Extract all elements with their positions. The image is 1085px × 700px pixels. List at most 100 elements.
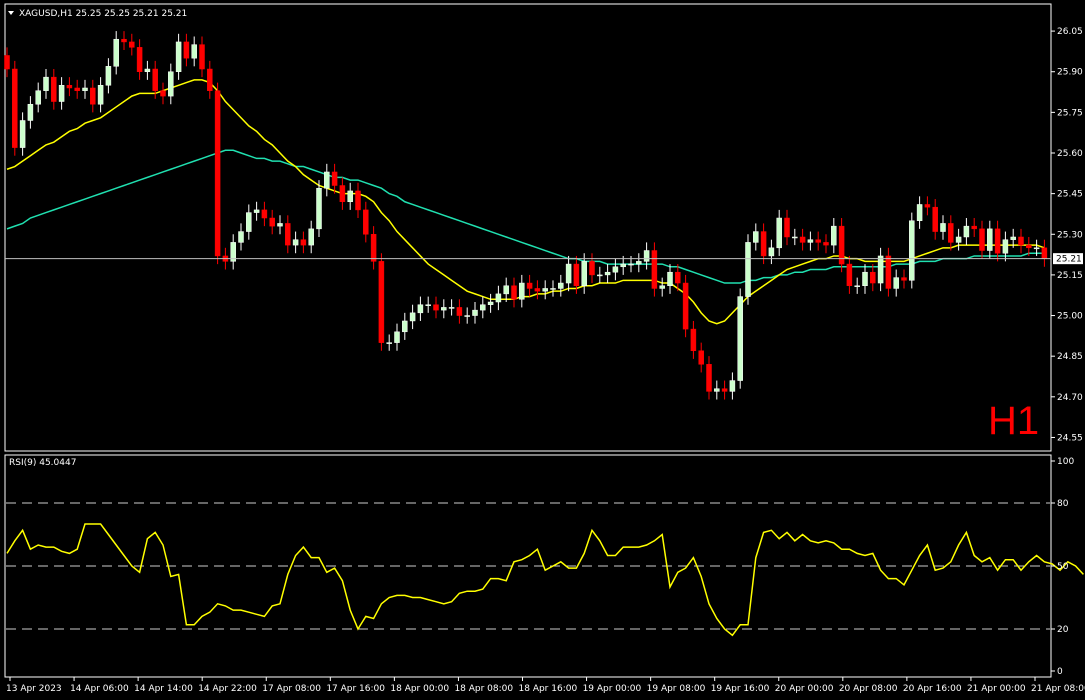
symbol-header: XAGUSD,H1 25.25 25.25 25.21 25.21 (19, 9, 187, 19)
candle-body (1010, 236, 1016, 240)
candle-body (425, 304, 431, 306)
candle-body (378, 261, 385, 343)
candle-body (1018, 236, 1024, 246)
price-tick-label: 24.55 (1057, 433, 1083, 443)
candle-body (737, 296, 743, 381)
candle-body (862, 271, 868, 286)
rsi-tick-label: 20 (1057, 625, 1069, 635)
candle-body (121, 38, 127, 43)
time-tick-label: 20 Apr 00:00 (775, 684, 834, 694)
candle-body (768, 247, 775, 257)
price-axis: 26.05 25.90 25.75 25.60 25.45 25.30 25.15 25.00… (1051, 27, 1083, 443)
candle-body (66, 85, 73, 89)
candle-body (308, 228, 314, 246)
candle-body (105, 66, 112, 86)
candle-body (659, 285, 665, 289)
candle-body (636, 261, 642, 265)
candle-body (51, 76, 57, 102)
rsi-tick-label: 0 (1057, 667, 1063, 677)
price-panel[interactable] (4, 3, 1052, 452)
price-tick-label: 24.85 (1057, 352, 1083, 362)
time-tick-label: 14 Apr 14:00 (134, 684, 193, 694)
time-tick-label: 18 Apr 16:00 (519, 684, 578, 694)
candle-body (823, 242, 829, 246)
candle-body (753, 231, 759, 243)
candle-body (924, 204, 931, 208)
rsi-tick-label: 100 (1057, 457, 1074, 467)
candle-body (846, 263, 853, 286)
price-tick-label: 25.45 (1057, 190, 1083, 200)
candle-body (776, 217, 782, 249)
candle-body (160, 90, 166, 97)
chart-canvas[interactable]: 26.05 25.90 25.75 25.60 25.45 25.30 25.15 25.00… (0, 0, 1085, 700)
time-tick-label: 17 Apr 08:00 (262, 684, 321, 694)
price-tick-label: 25.90 (1057, 68, 1083, 78)
candle-body (714, 388, 720, 392)
candle-body (760, 231, 767, 257)
candle-body (948, 223, 954, 243)
candle-body (394, 331, 400, 343)
price-tick-label: 26.05 (1057, 27, 1083, 37)
time-tick-label: 19 Apr 16:00 (711, 684, 770, 694)
time-tick-label: 13 Apr 2023 (6, 684, 62, 694)
candle-body (831, 225, 837, 246)
candle-body (199, 44, 205, 70)
candle-body (690, 328, 697, 352)
candle-body (495, 293, 502, 303)
candle-body (144, 68, 151, 72)
candle-body (19, 120, 26, 148)
candle-body (675, 271, 681, 284)
price-tick-label: 25.15 (1057, 271, 1083, 281)
candle-body (1033, 247, 1040, 250)
candle-body (667, 271, 673, 286)
candle-body (893, 277, 899, 289)
candle-body (604, 271, 611, 276)
candle-body (542, 288, 548, 292)
time-tick-label: 21 Apr 00:00 (967, 684, 1026, 694)
candle-body (285, 223, 291, 246)
candle-body (292, 239, 299, 246)
candle-body (706, 364, 712, 392)
candle-body (207, 68, 213, 91)
candle-body (885, 255, 892, 289)
candle-body (628, 263, 634, 266)
candle-body (1041, 247, 1048, 259)
candle-body (464, 315, 470, 317)
candle-body (519, 282, 525, 300)
candle-body (238, 231, 244, 243)
candle-body (651, 250, 658, 289)
candle-body (129, 41, 135, 48)
candle-body (597, 274, 603, 277)
candle-body (487, 301, 494, 305)
candle-body (909, 220, 915, 281)
candle-body (792, 236, 798, 239)
candle-body (581, 261, 587, 286)
time-tick-label: 18 Apr 00:00 (390, 684, 449, 694)
candle-body (261, 209, 268, 219)
rsi-header: RSI(9) 45.0447 (9, 458, 76, 468)
time-tick-label: 14 Apr 22:00 (198, 684, 257, 694)
candle-body (417, 304, 424, 314)
candle-body (4, 55, 10, 70)
candle-body (269, 217, 275, 227)
candle-body (534, 288, 541, 292)
candle-body (511, 285, 517, 300)
time-tick-label: 17 Apr 16:00 (326, 684, 385, 694)
candle-body (994, 228, 1001, 254)
candle-body (355, 190, 361, 211)
time-tick-label: 19 Apr 08:00 (647, 684, 706, 694)
price-tick-label: 25.30 (1057, 230, 1083, 240)
price-tick-label: 25.60 (1057, 149, 1083, 159)
candle-body (916, 204, 923, 221)
candle-body (97, 85, 104, 105)
candle-body (955, 236, 962, 243)
candle-body (932, 206, 938, 232)
candle-body (870, 271, 876, 284)
candle-body (402, 320, 408, 333)
price-tick-label: 24.70 (1057, 393, 1083, 403)
candle-body (168, 71, 174, 97)
candle-body (643, 250, 650, 262)
candle-body (877, 255, 884, 284)
candle-body (620, 263, 626, 268)
candle-body (136, 47, 143, 72)
